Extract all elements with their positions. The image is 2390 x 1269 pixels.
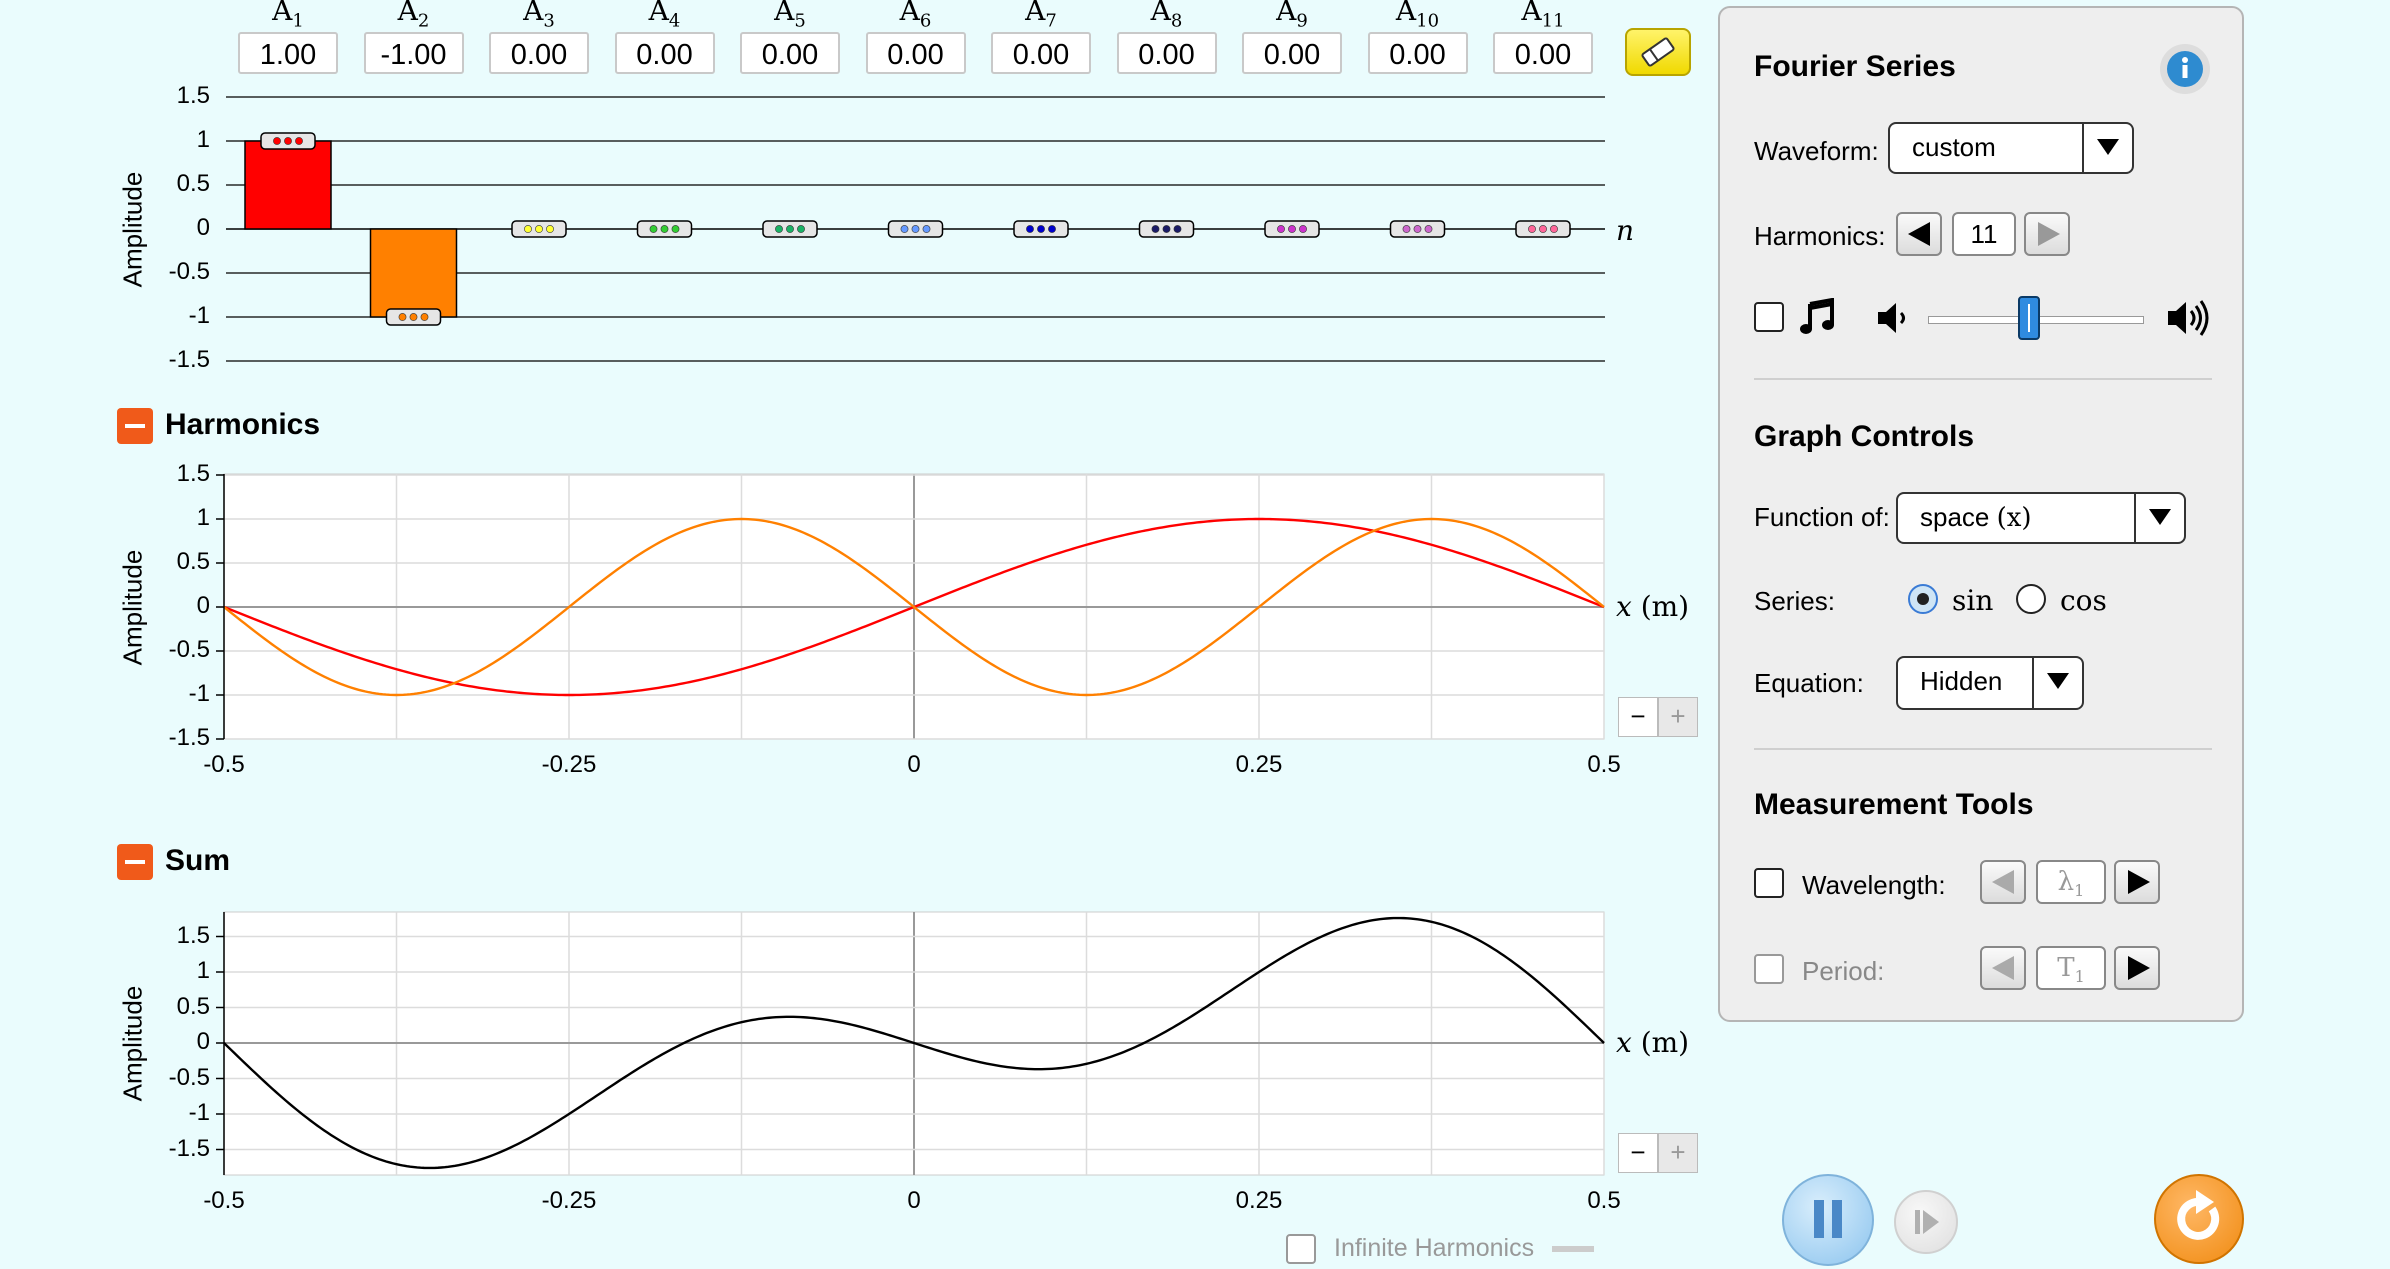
- sum-x-tick: -0.5: [203, 1187, 245, 1214]
- panel-divider: [1754, 748, 2212, 750]
- control-panel: Fourier Series Waveform: custom Harmonic…: [1718, 6, 2244, 1022]
- sum-y-tick: -1.5: [168, 1134, 210, 1162]
- pause-button[interactable]: [1782, 1174, 1874, 1266]
- sum-x-tick: 0.25: [1235, 1187, 1283, 1214]
- function-of-select[interactable]: space (x): [1896, 492, 2186, 544]
- sound-checkbox[interactable]: [1754, 302, 1784, 332]
- infinite-harmonics-checkbox[interactable]: [1286, 1234, 1316, 1264]
- info-icon: [2167, 51, 2203, 87]
- function-of-value: space (x): [1920, 502, 2032, 533]
- reset-icon: [2177, 1190, 2220, 1240]
- chevron-down-icon: [2082, 124, 2132, 172]
- equation-value: Hidden: [1920, 666, 2003, 696]
- harmonics-decrement-button[interactable]: [1896, 212, 1942, 256]
- reset-all-button[interactable]: [2154, 1174, 2244, 1264]
- step-forward-icon: [1915, 1210, 1939, 1234]
- infinite-harmonics-label: Infinite Harmonics: [1334, 1234, 1535, 1262]
- sum-y-tick: -1: [188, 1099, 210, 1126]
- music-note-icon: [1800, 298, 1834, 334]
- wavelength-label: Wavelength:: [1802, 870, 1946, 900]
- series-cos-radio[interactable]: [2016, 584, 2046, 614]
- wavelength-prev-button[interactable]: [1980, 860, 2026, 904]
- harmonics-zoom-in-button[interactable]: +: [1658, 697, 1698, 737]
- panel-title: Fourier Series: [1754, 50, 1956, 83]
- pause-icon: [1814, 1200, 1842, 1238]
- waveform-select[interactable]: custom: [1888, 122, 2134, 174]
- period-prev-button[interactable]: [1980, 946, 2026, 990]
- waveform-value: custom: [1912, 132, 1996, 162]
- sum-y-tick: 0.5: [176, 992, 210, 1020]
- series-label: Series:: [1754, 586, 1835, 616]
- panel-divider: [1754, 378, 2212, 380]
- volume-low-icon: [1878, 303, 1905, 333]
- harmonics-increment-button[interactable]: [2024, 212, 2070, 256]
- volume-slider-thumb[interactable]: [2017, 296, 2040, 340]
- waveform-label: Waveform:: [1754, 136, 1879, 166]
- sum-y-tick: -0.5: [168, 1063, 210, 1091]
- period-label: Period:: [1802, 956, 1885, 986]
- series-sin-label: sin: [1952, 584, 1994, 617]
- step-button[interactable]: [1894, 1190, 1958, 1254]
- wavelength-checkbox[interactable]: [1754, 868, 1784, 898]
- function-of-label: Function of:: [1754, 502, 1890, 532]
- harmonics-count-label: Harmonics:: [1754, 221, 1886, 251]
- series-sin-radio[interactable]: [1908, 584, 1938, 614]
- sum-x-tick: 0: [907, 1187, 921, 1214]
- equation-label: Equation:: [1754, 668, 1864, 698]
- info-button[interactable]: [2160, 44, 2210, 94]
- measurement-tools-title: Measurement Tools: [1754, 788, 2034, 821]
- harmonics-count-value: 11: [1952, 212, 2016, 256]
- sum-y-tick: 1: [196, 957, 210, 984]
- wavelength-symbol: λ1: [2036, 860, 2106, 904]
- period-symbol: T1: [2036, 946, 2106, 990]
- equation-select[interactable]: Hidden: [1896, 656, 2084, 710]
- sum-x-label: x (m): [1616, 1026, 1690, 1059]
- period-checkbox[interactable]: [1754, 954, 1784, 984]
- sum-zoom-in-button[interactable]: +: [1658, 1133, 1698, 1173]
- sum-zoom-out-button[interactable]: −: [1618, 1133, 1658, 1173]
- infinite-harmonics-swatch: [1552, 1246, 1594, 1252]
- graph-controls-title: Graph Controls: [1754, 420, 1975, 453]
- period-next-button[interactable]: [2114, 946, 2160, 990]
- sum-x-tick: 0.5: [1587, 1187, 1621, 1214]
- sum-x-tick: -0.25: [541, 1187, 597, 1214]
- series-cos-label: cos: [2060, 584, 2107, 617]
- sum-chart: [216, 911, 1605, 1176]
- wavelength-next-button[interactable]: [2114, 860, 2160, 904]
- volume-high-icon: [2168, 300, 2209, 336]
- chevron-down-icon: [2032, 658, 2082, 708]
- sum-y-tick: 0: [196, 1028, 210, 1055]
- chevron-down-icon: [2134, 494, 2184, 542]
- sum-y-tick: 1.5: [176, 921, 210, 949]
